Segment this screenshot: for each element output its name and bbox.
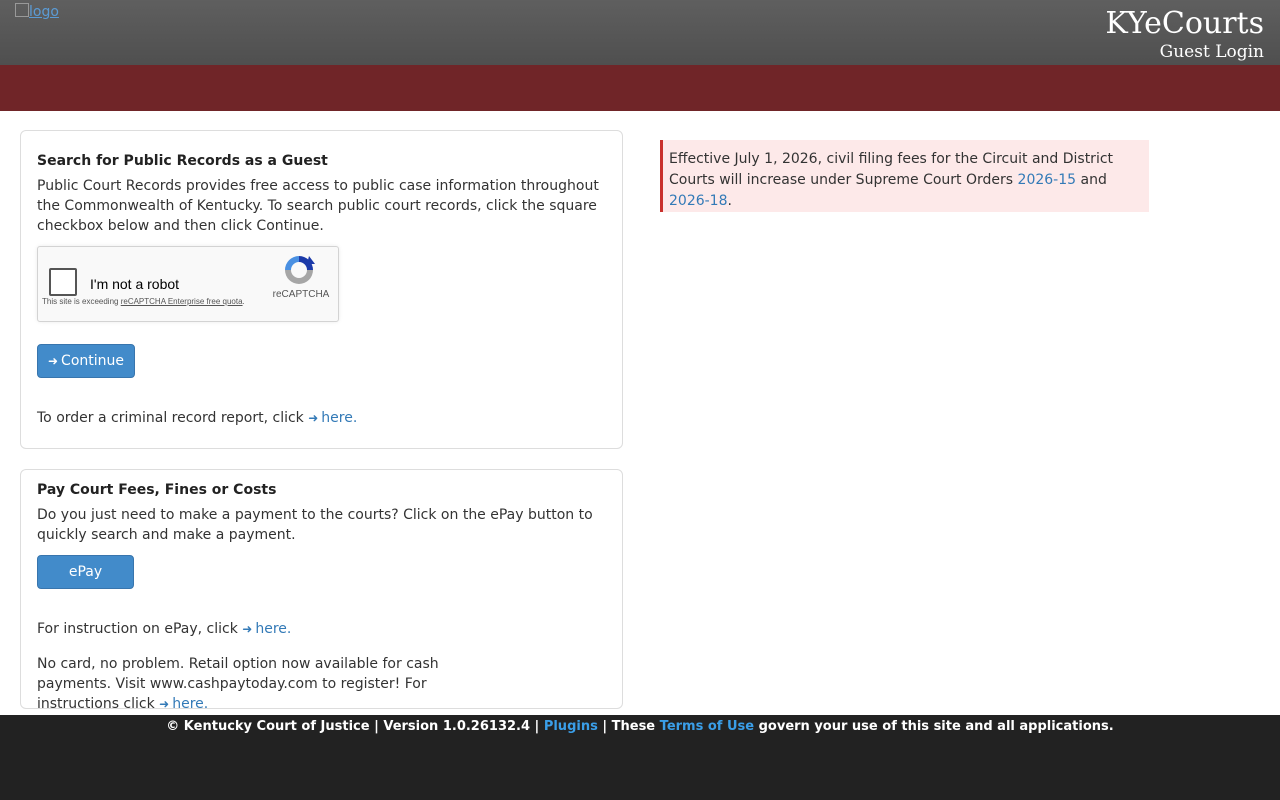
epay-instruction-label: For instruction on ePay, click [37, 621, 238, 637]
guest-search-panel: Search for Public Records as a Guest Pub… [20, 130, 623, 449]
brand-title: KYeCourts [1105, 6, 1264, 41]
footer-copyright: © Kentucky Court of Justice | Version 1.… [166, 719, 540, 734]
search-panel-description: Public Court Records provides free acces… [37, 178, 599, 234]
fee-increase-notice: Effective July 1, 2026, civil filing fee… [660, 140, 1149, 212]
notice-period: . [727, 193, 732, 209]
logo-image[interactable]: logo [15, 3, 59, 20]
pay-fees-panel: Pay Court Fees, Fines or Costs Do you ju… [20, 469, 623, 712]
recaptcha-quota-link[interactable]: reCAPTCHA Enterprise free quota [121, 297, 243, 306]
criminal-report-label: To order a criminal record report, click [37, 410, 304, 426]
footer-these: | These [602, 719, 656, 734]
cash-payment-label: No card, no problem. Retail option now a… [37, 656, 439, 712]
recaptcha-note-prefix: This site is exceeding [42, 297, 121, 306]
brand-subtitle: Guest Login [1159, 42, 1264, 62]
epay-label: ePay [68, 564, 103, 580]
epay-instruction-link[interactable]: ➜ here. [242, 621, 291, 637]
logo-alt-text: logo [29, 4, 59, 20]
recaptcha-logo-icon [285, 256, 315, 284]
order-2026-15-link[interactable]: 2026-15 [1018, 172, 1077, 188]
footer-tail: govern your use of this site and all app… [758, 719, 1114, 734]
sign-in-icon: ➜ [47, 354, 59, 368]
site-footer: © Kentucky Court of Justice | Version 1.… [0, 715, 1280, 800]
recaptcha-checkbox[interactable] [49, 268, 77, 296]
order-2026-18-link[interactable]: 2026-18 [669, 193, 728, 209]
cash-instructions-link[interactable]: ➜ here. [159, 696, 208, 712]
plugins-link[interactable]: Plugins [544, 719, 598, 734]
search-panel-heading: Search for Public Records as a Guest [37, 153, 328, 169]
footer-line: © Kentucky Court of Justice | Version 1.… [0, 719, 1280, 734]
terms-of-use-link[interactable]: Terms of Use [660, 719, 754, 734]
criminal-report-text: To order a criminal record report, click… [37, 408, 618, 428]
recaptcha-label: I'm not a robot [90, 276, 180, 292]
notice-and: and [1080, 172, 1107, 188]
epay-button[interactable]: ePay [37, 555, 134, 589]
epay-instruction-text: For instruction on ePay, click ➜ here. [37, 619, 618, 639]
header-red-bar [0, 65, 1280, 111]
recaptcha-widget: I'm not a robot reCAPTCHA This site is e… [37, 246, 339, 322]
recaptcha-note-suffix: . [242, 297, 245, 306]
pay-panel-heading: Pay Court Fees, Fines or Costs [37, 482, 277, 498]
cash-instructions-link-text: here. [172, 696, 209, 712]
criminal-report-link-text: here. [321, 410, 358, 426]
sign-in-icon: ➜ [159, 697, 170, 711]
brand: KYeCourts Guest Login [1105, 6, 1264, 62]
sign-in-icon: ➜ [242, 622, 253, 636]
pay-panel-description: Do you just need to make a payment to th… [37, 507, 593, 543]
recaptcha-quota-note: This site is exceeding reCAPTCHA Enterpr… [42, 296, 245, 307]
site-header: logo KYeCourts Guest Login [0, 0, 1280, 65]
cash-payment-text: No card, no problem. Retail option now a… [37, 654, 502, 714]
continue-button[interactable]: ➜ Continue [37, 344, 135, 378]
continue-label: Continue [61, 353, 124, 369]
recaptcha-brand: reCAPTCHA [272, 289, 330, 300]
broken-image-icon [15, 3, 29, 17]
sign-in-icon: ➜ [308, 411, 319, 425]
criminal-report-link[interactable]: ➜ here. [308, 410, 357, 426]
epay-instruction-link-text: here. [255, 621, 292, 637]
